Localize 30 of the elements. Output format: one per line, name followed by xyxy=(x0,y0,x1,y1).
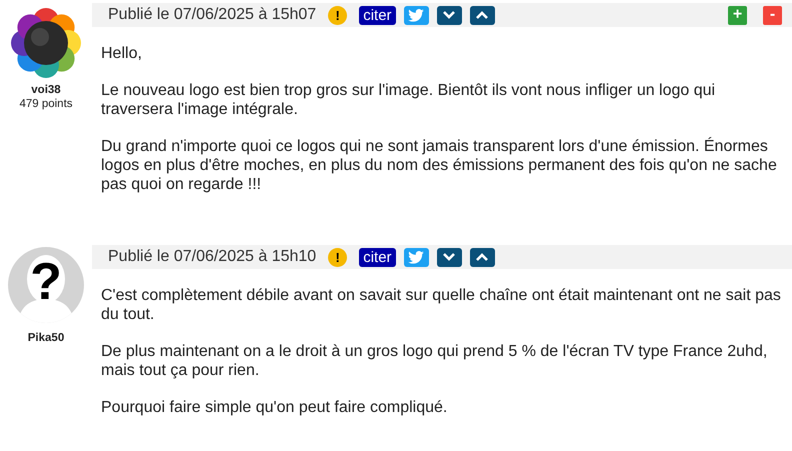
report-button[interactable]: ! xyxy=(328,6,348,24)
username[interactable]: voi38 xyxy=(31,83,61,97)
post-paragraph: Du grand n'importe quoi ce logos qui ne sont jamais transparent lors d'une émission. Énormes logos en plus d'être moches, en plus du nom des émissions permanent des fois qu'on ne sache pas quoi on regarde !!! xyxy=(101,137,778,194)
username[interactable]: Pika50 xyxy=(28,331,64,345)
post-paragraph: Le nouveau logo est bien trop gros sur l'image. Bientôt ils vont nous infliger un logo qui traversera l'image intégrale. xyxy=(101,81,716,119)
quote-button[interactable]: citer xyxy=(359,248,396,266)
bird-icon xyxy=(408,8,424,22)
post-paragraph: C'est complètement débile avant on savait sur quelle chaîne ont était maintenant ont ne sait pas du tout. xyxy=(101,286,782,324)
scroll-up-button[interactable] xyxy=(470,6,495,24)
chevron-down-icon xyxy=(442,252,456,262)
bird-icon xyxy=(408,250,424,264)
user-points: 479 points xyxy=(19,97,73,111)
chevron-down-icon xyxy=(442,10,456,20)
chevron-up-icon xyxy=(475,10,490,20)
twitter-button[interactable] xyxy=(404,6,429,24)
quote-button[interactable]: citer xyxy=(359,6,396,24)
chevron-up-icon xyxy=(475,252,490,262)
post-paragraph: Hello, xyxy=(101,44,143,63)
post-paragraph: Pourquoi faire simple qu'on peut faire compliqué. xyxy=(101,398,448,417)
report-button[interactable]: ! xyxy=(328,248,348,266)
silhouette-icon xyxy=(18,255,74,323)
scroll-down-button[interactable] xyxy=(436,248,462,266)
downvote-button[interactable]: - xyxy=(763,6,782,24)
question-mark: ? xyxy=(30,256,62,308)
post-paragraph: De plus maintenant on a le droit à un gros logo qui prend 5 % de l'écran TV type France 2uhd, mais tout ça pour rien. xyxy=(101,342,768,380)
scroll-down-button[interactable] xyxy=(436,6,462,24)
scroll-up-button[interactable] xyxy=(470,248,495,266)
post-date: Publié le 07/06/2025 à 15h10 xyxy=(108,247,316,267)
post-date: Publié le 07/06/2025 à 15h07 xyxy=(108,5,316,25)
twitter-button[interactable] xyxy=(404,248,429,266)
